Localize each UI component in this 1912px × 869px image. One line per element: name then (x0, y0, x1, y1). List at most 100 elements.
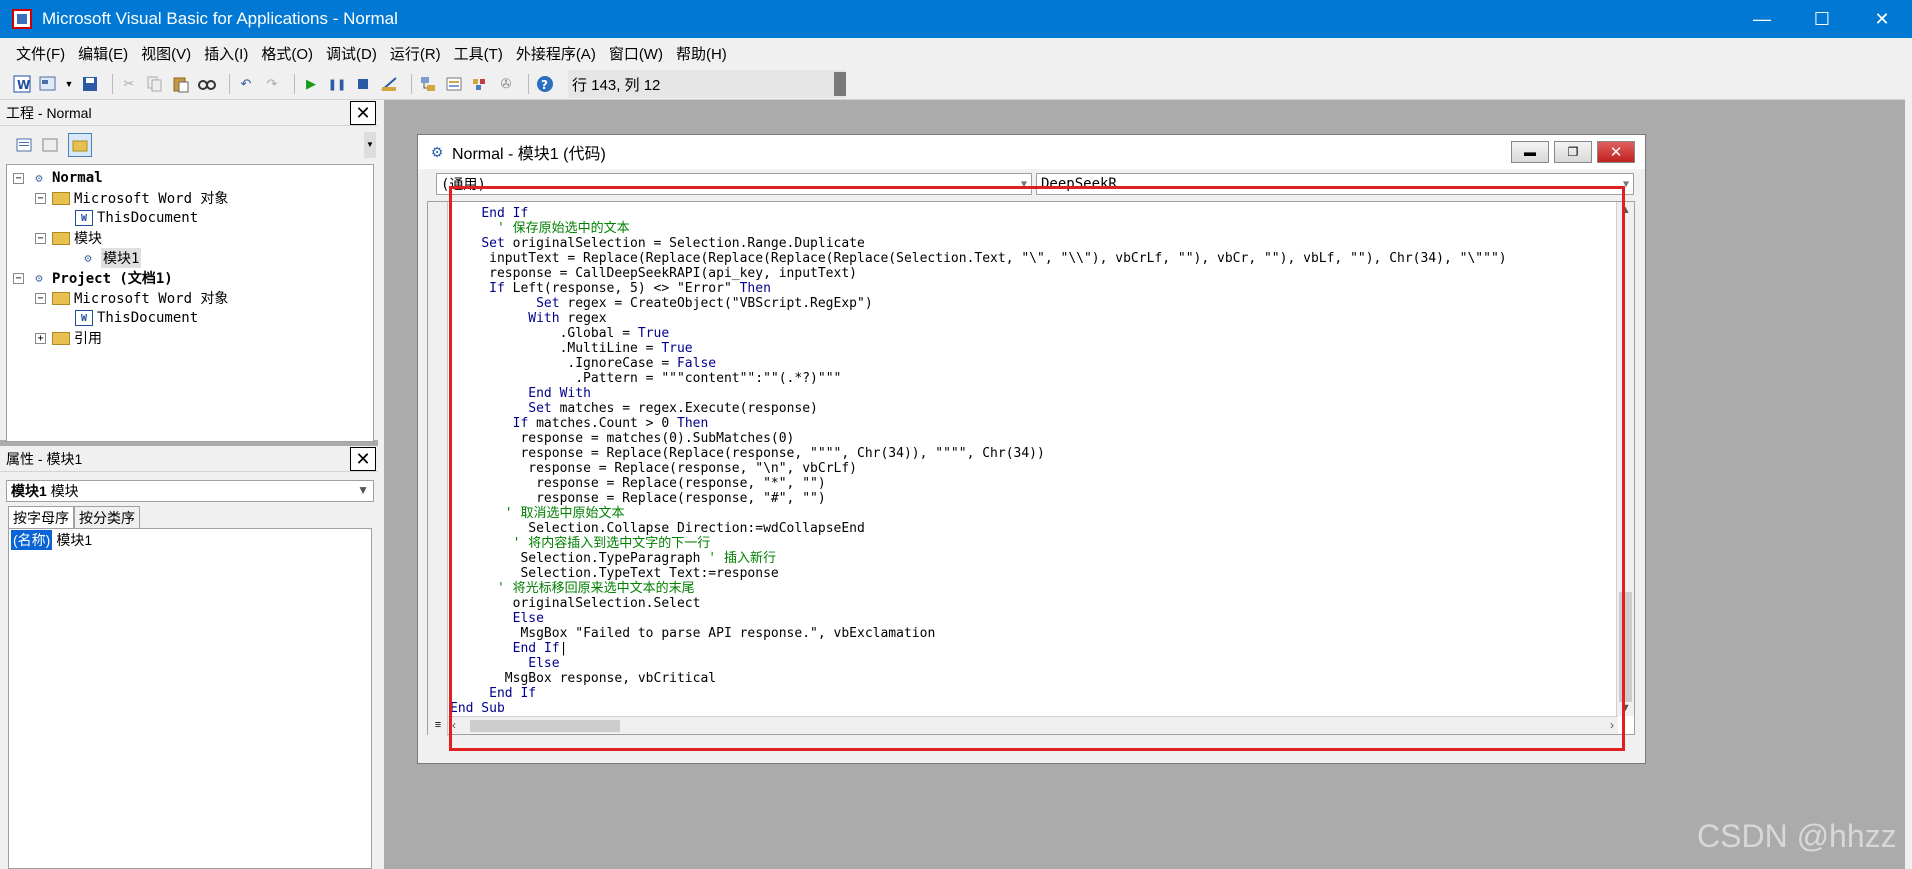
code-line[interactable]: response = Replace(response, "\n", vbCrL… (450, 461, 1610, 476)
tree-node-thisdocument-2[interactable]: W ThisDocument (75, 308, 198, 328)
tree-node-word-objects-2[interactable]: − Microsoft Word 对象 (35, 288, 228, 308)
expand-toggle[interactable]: + (35, 332, 46, 344)
break-icon[interactable]: ❚❚ (327, 74, 347, 94)
code-line[interactable]: End If (450, 206, 1610, 221)
code-margin[interactable] (428, 202, 448, 736)
procedure-combo[interactable]: DeepSeekR ▼ (1036, 173, 1634, 195)
menu-debug[interactable]: 调试(D) (326, 43, 377, 64)
code-lines[interactable]: End If ' 保存原始选中的文本 Set originalSelection… (450, 206, 1610, 714)
collapse-toggle[interactable]: − (35, 192, 46, 204)
code-line[interactable]: Set originalSelection = Selection.Range.… (450, 236, 1610, 251)
code-line[interactable]: Set regex = CreateObject("VBScript.RegEx… (450, 296, 1610, 311)
code-line[interactable]: .Global = True (450, 326, 1610, 341)
tree-node-thisdocument[interactable]: W ThisDocument (75, 208, 198, 228)
toggle-folders-icon[interactable] (68, 133, 92, 157)
code-line[interactable]: response = Replace(response, "*", "") (450, 476, 1610, 491)
scroll-right-icon[interactable]: › (1610, 718, 1614, 732)
horizontal-scrollbar[interactable]: ‹ › (448, 716, 1618, 734)
code-line[interactable]: response = Replace(Replace(response, """… (450, 446, 1610, 461)
code-line[interactable]: Set matches = regex.Execute(response) (450, 401, 1610, 416)
maximize-button[interactable]: ☐ (1792, 0, 1852, 38)
code-line[interactable]: originalSelection.Select (450, 596, 1610, 611)
collapse-toggle[interactable]: − (13, 172, 24, 184)
code-line[interactable]: Selection.Collapse Direction:=wdCollapse… (450, 521, 1610, 536)
cut-icon[interactable]: ✂ (119, 74, 139, 94)
code-line[interactable]: ' 将光标移回原来选中文本的末尾 (450, 581, 1610, 596)
tree-node-module1[interactable]: ⚙ 模块1 (79, 248, 142, 268)
property-row-name[interactable]: (名称) 模块1 (11, 530, 92, 550)
close-button[interactable]: ✕ (1852, 0, 1912, 38)
menu-edit[interactable]: 编辑(E) (78, 43, 128, 64)
paste-icon[interactable] (171, 74, 191, 94)
tab-alphabetic[interactable]: 按字母序 (8, 506, 74, 528)
save-icon[interactable] (80, 74, 100, 94)
code-editor[interactable]: End If ' 保存原始选中的文本 Set originalSelection… (427, 201, 1635, 736)
find-icon[interactable] (197, 74, 217, 94)
object-browser-icon[interactable] (470, 74, 490, 94)
view-object-icon[interactable] (38, 133, 62, 157)
collapse-toggle[interactable]: − (35, 232, 46, 244)
panel-splitter[interactable] (378, 100, 384, 869)
design-mode-icon[interactable] (379, 74, 399, 94)
code-line[interactable]: ' 取消选中原始文本 (450, 506, 1610, 521)
minimize-button[interactable]: ▬ (1511, 141, 1549, 163)
view-code-icon[interactable] (12, 133, 36, 157)
project-explorer-icon[interactable] (418, 74, 438, 94)
close-button[interactable]: ✕ (1597, 141, 1635, 163)
scroll-thumb[interactable] (470, 720, 620, 732)
collapse-toggle[interactable]: − (13, 272, 24, 284)
code-line[interactable]: inputText = Replace(Replace(Replace(Repl… (450, 251, 1610, 266)
restore-button[interactable]: ❐ (1554, 141, 1592, 163)
menu-format[interactable]: 格式(O) (261, 43, 313, 64)
tree-node-references[interactable]: + 引用 (35, 328, 102, 348)
menu-help[interactable]: 帮助(H) (676, 43, 727, 64)
menu-run[interactable]: 运行(R) (390, 43, 441, 64)
close-icon[interactable]: ✕ (350, 101, 376, 125)
scroll-left-icon[interactable]: ‹ (452, 718, 456, 732)
collapse-toggle[interactable]: − (35, 292, 46, 304)
code-line[interactable]: Else (450, 656, 1610, 671)
code-line[interactable]: .MultiLine = True (450, 341, 1610, 356)
procedure-view-icon[interactable]: ≡ (428, 716, 448, 734)
scroll-arrow-icon[interactable]: ▼ (364, 132, 376, 158)
reset-icon[interactable] (353, 74, 373, 94)
code-line[interactable]: response = Replace(response, "#", "") (450, 491, 1610, 506)
code-line[interactable]: End Sub (450, 701, 1610, 714)
code-line[interactable]: With regex (450, 311, 1610, 326)
menu-view[interactable]: 视图(V) (141, 43, 191, 64)
object-select[interactable]: 模块1 模块 ▼ (6, 480, 374, 502)
code-line[interactable]: Selection.TypeText Text:=response (450, 566, 1610, 581)
scroll-up-icon[interactable]: ▲ (1620, 204, 1631, 216)
undo-icon[interactable]: ↶ (236, 74, 256, 94)
menu-file[interactable]: 文件(F) (16, 43, 65, 64)
properties-icon[interactable] (444, 74, 464, 94)
menu-window[interactable]: 窗口(W) (609, 43, 663, 64)
code-line[interactable]: End With (450, 386, 1610, 401)
object-combo[interactable]: (通用) ▼ (436, 173, 1032, 195)
menu-addins[interactable]: 外接程序(A) (516, 43, 596, 64)
code-line[interactable]: Selection.TypeParagraph ' 插入新行 (450, 551, 1610, 566)
tree-node-project-doc1[interactable]: − ⚙ Project (文档1) (13, 268, 173, 288)
code-line[interactable]: If matches.Count > 0 Then (450, 416, 1610, 431)
code-line[interactable]: response = matches(0).SubMatches(0) (450, 431, 1610, 446)
toolbox-icon[interactable]: ✇ (496, 74, 516, 94)
scroll-thumb[interactable] (1619, 592, 1632, 702)
code-line[interactable]: MsgBox "Failed to parse API response.", … (450, 626, 1610, 641)
close-icon[interactable]: ✕ (350, 447, 376, 471)
code-line[interactable]: .IgnoreCase = False (450, 356, 1610, 371)
code-line[interactable]: .Pattern = """content"":""(.*?)""" (450, 371, 1610, 386)
code-line[interactable]: ' 将内容插入到选中文字的下一行 (450, 536, 1610, 551)
code-line[interactable]: MsgBox response, vbCritical (450, 671, 1610, 686)
code-line[interactable]: ' 保存原始选中的文本 (450, 221, 1610, 236)
code-line[interactable]: If Left(response, 5) <> "Error" Then (450, 281, 1610, 296)
toolbar-overflow-handle[interactable] (834, 72, 846, 96)
chevron-down-icon[interactable]: ▼ (64, 74, 74, 94)
scroll-down-icon[interactable]: ▼ (1620, 702, 1631, 714)
code-line[interactable]: End If (450, 686, 1610, 701)
code-line[interactable]: response = CallDeepSeekRAPI(api_key, inp… (450, 266, 1610, 281)
tree-node-word-objects[interactable]: − Microsoft Word 对象 (35, 188, 228, 208)
copy-icon[interactable] (145, 74, 165, 94)
insert-userform-icon[interactable] (38, 74, 58, 94)
tree-node-normal[interactable]: − ⚙ Normal (13, 168, 103, 188)
vertical-scrollbar[interactable]: ▲ ▼ (1616, 202, 1634, 716)
